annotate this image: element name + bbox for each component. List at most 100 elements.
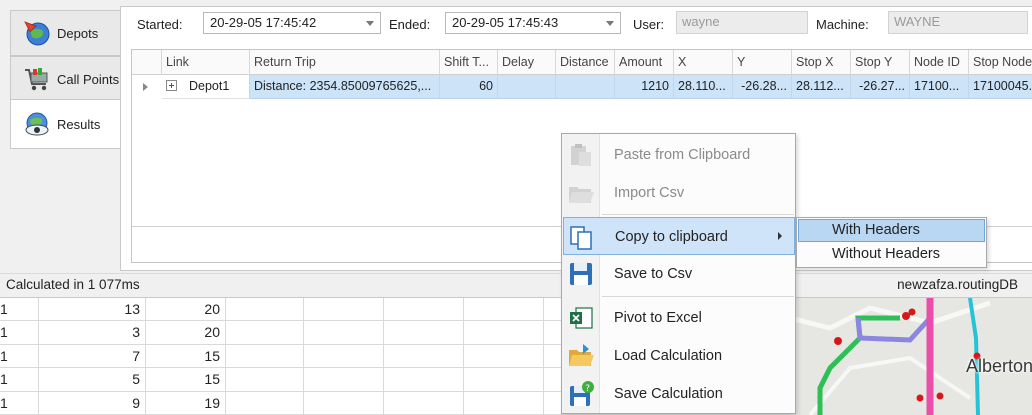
menu-item-pivot-excel-label: Pivot to Excel (614, 310, 702, 326)
header-indicator (132, 50, 162, 75)
chevron-down-icon (366, 21, 374, 26)
chevron-down-icon (606, 21, 614, 26)
cell-link[interactable]: Depot1 (162, 75, 250, 99)
cell-y[interactable]: -26.28... (733, 75, 792, 99)
status-bar: Calculated in 1 077ms newzafza.routingDB (0, 273, 1032, 297)
tab-results-label: Results (57, 116, 101, 132)
cell-stop-node[interactable]: 17100045... (969, 75, 1032, 99)
table-row[interactable]: Depot1 Distance: 2354.85009765625,... 60… (132, 75, 1032, 99)
cell-return-trip[interactable]: Distance: 2354.85009765625,... (250, 75, 440, 99)
folder-open-icon (567, 179, 595, 207)
cell-shift-time[interactable]: 60 (440, 75, 498, 99)
cell-distance[interactable] (556, 75, 615, 99)
menu-separator (602, 214, 794, 215)
copy-submenu: With Headers Without Headers (796, 217, 987, 268)
save-help-icon: ? (567, 380, 595, 408)
sheet-cell-a: 1 (0, 394, 8, 411)
sheet-cell-c: 19 (204, 394, 220, 411)
sheet-cell-b: 3 (132, 324, 140, 341)
tab-call-points-label: Call Points (57, 71, 120, 87)
submenu-arrow-icon (778, 232, 782, 240)
column-header-x[interactable]: X (674, 50, 733, 75)
cell-node-id[interactable]: 17100... (910, 75, 969, 99)
status-calculated-time: Calculated in 1 077ms (6, 277, 140, 292)
menu-item-save-csv[interactable]: Save to Csv (563, 255, 795, 293)
sheet-cell-b: 5 (132, 371, 140, 388)
svg-text:?: ? (585, 384, 590, 394)
column-header-amount[interactable]: Amount (615, 50, 674, 75)
started-value: 20-29-05 17:45:42 (210, 15, 317, 30)
started-label: Started: (137, 17, 183, 32)
menu-item-save-calculation-label: Save Calculation (614, 386, 723, 402)
excel-icon (567, 304, 595, 332)
column-header-return-trip[interactable]: Return Trip (250, 50, 440, 75)
clipboard-paste-icon (567, 141, 595, 169)
route-map[interactable]: Alberton (790, 298, 1032, 415)
submenu-item-without-headers[interactable]: Without Headers (798, 243, 985, 266)
sheet-cell-a: 1 (0, 371, 8, 388)
machine-label: Machine: (816, 17, 869, 32)
menu-item-import-csv-label: Import Csv (614, 185, 685, 201)
cell-delay[interactable] (498, 75, 556, 99)
sheet-cell-a: 1 (0, 301, 8, 317)
sheet-cell-a: 1 (0, 347, 8, 364)
ended-combo[interactable]: 20-29-05 17:45:43 (445, 12, 621, 34)
eye-globe-icon (21, 108, 53, 140)
menu-separator (602, 296, 794, 297)
sheet-cell-c: 20 (204, 301, 220, 317)
column-header-distance[interactable]: Distance (556, 50, 615, 75)
copy-icon (568, 223, 596, 251)
sheet-cell-b: 9 (132, 394, 140, 411)
tab-depots[interactable]: Depots (10, 10, 121, 56)
column-header-stop-y[interactable]: Stop Y (851, 50, 910, 75)
status-database: newzafza.routingDB (897, 277, 1018, 292)
sheet-cell-b: 13 (124, 301, 140, 317)
shopping-cart-icon (21, 63, 53, 95)
menu-item-copy-clipboard-label: Copy to clipboard (615, 229, 728, 245)
started-combo[interactable]: 20-29-05 17:45:42 (203, 12, 381, 34)
column-header-node-id[interactable]: Node ID (910, 50, 969, 75)
menu-item-paste-clipboard[interactable]: Paste from Clipboard (563, 136, 795, 174)
sheet-cell-c: 15 (204, 371, 220, 388)
cell-stop-x[interactable]: 28.112... (792, 75, 851, 99)
save-disk-icon (567, 260, 595, 288)
column-header-shift-time[interactable]: Shift T... (440, 50, 498, 75)
sheet-cell-c: 20 (204, 324, 220, 341)
row-indicator (132, 75, 162, 99)
cell-link-text: Depot1 (189, 79, 230, 93)
sheet-cell-b: 7 (132, 347, 140, 364)
menu-item-pivot-excel[interactable]: Pivot to Excel (563, 299, 795, 337)
expand-icon[interactable] (166, 80, 177, 91)
menu-item-paste-clipboard-label: Paste from Clipboard (614, 147, 751, 163)
menu-item-save-calculation[interactable]: ? Save Calculation (563, 375, 795, 413)
menu-item-load-calculation-label: Load Calculation (614, 348, 723, 364)
menu-item-load-calculation[interactable]: Load Calculation (563, 337, 795, 375)
context-menu: Paste from Clipboard Import Csv Copy to … (561, 133, 796, 414)
grid-header: Link Return Trip Shift T... Delay Distan… (132, 50, 1032, 75)
submenu-item-with-headers[interactable]: With Headers (798, 219, 985, 242)
column-header-delay[interactable]: Delay (498, 50, 556, 75)
ended-value: 20-29-05 17:45:43 (452, 15, 559, 30)
machine-field: WAYNE (888, 11, 1028, 34)
folder-load-icon (567, 342, 595, 370)
menu-item-save-csv-label: Save to Csv (614, 266, 693, 282)
cell-amount[interactable]: 1210 (615, 75, 674, 99)
menu-item-copy-clipboard[interactable]: Copy to clipboard (563, 217, 795, 255)
tab-results[interactable]: Results (10, 99, 122, 149)
tab-call-points[interactable]: Call Points (10, 56, 121, 102)
column-header-y[interactable]: Y (733, 50, 792, 75)
column-header-stop-x[interactable]: Stop X (792, 50, 851, 75)
sheet-cell-c: 15 (204, 347, 220, 364)
cell-stop-y[interactable]: -26.27... (851, 75, 910, 99)
column-header-link[interactable]: Link (162, 50, 250, 75)
menu-item-import-csv[interactable]: Import Csv (563, 174, 795, 212)
ended-label: Ended: (389, 17, 431, 32)
user-field: wayne (676, 11, 808, 34)
cell-x[interactable]: 28.110... (674, 75, 733, 99)
globe-icon (21, 17, 53, 49)
user-label: User: (633, 17, 665, 32)
column-header-stop-node[interactable]: Stop Node (969, 50, 1032, 75)
sheet-cell-a: 1 (0, 324, 8, 341)
row-pointer-icon (143, 83, 148, 91)
tab-depots-label: Depots (57, 25, 99, 41)
